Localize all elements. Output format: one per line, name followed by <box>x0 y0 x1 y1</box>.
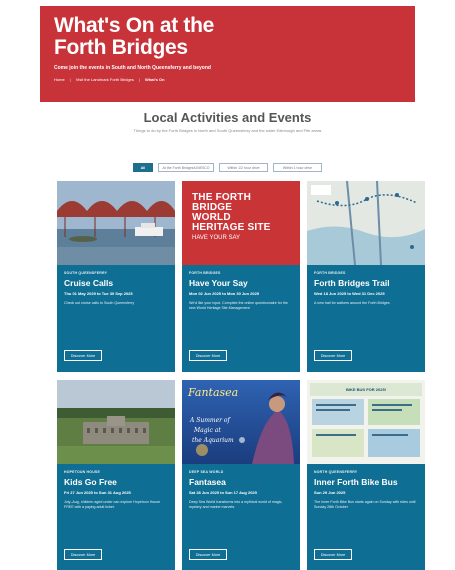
event-description: Deep Sea World transforms into a mythica… <box>189 500 283 509</box>
house-illustration <box>57 380 175 464</box>
event-card-have-your-say[interactable]: THE FORTH BRIDGE WORLD HERITAGE SITE HAV… <box>182 181 300 372</box>
event-category: Hopetoun House <box>64 470 100 474</box>
hero-banner: What's On at the Forth Bridges Come join… <box>40 6 415 102</box>
event-title[interactable]: Inner Forth Bike Bus <box>314 477 418 487</box>
event-card-kids-go-free[interactable]: Hopetoun House Kids Go Free Fri 27 Jun 2… <box>57 380 175 570</box>
breadcrumb-current: What's On <box>144 77 165 82</box>
event-title[interactable]: Fantasea <box>189 477 293 487</box>
event-description: A new trail for walkers around the Forth… <box>314 301 390 305</box>
event-date: Sat 28 Jun 2025 to Sun 17 Aug 2025 <box>189 490 257 495</box>
breadcrumb: Home | Visit the Landmark Forth Bridges … <box>54 77 401 82</box>
event-description: Check out cruise calls to South Queensfe… <box>64 301 135 305</box>
bike-bus-flyer: BIKE BUS FOR 2025! <box>307 380 425 464</box>
bridge-illustration <box>57 181 175 265</box>
bridge-photo <box>57 181 175 265</box>
event-card-inner-forth-bike-bus[interactable]: BIKE BUS FOR 2025! North Queensferry Inn… <box>307 380 425 570</box>
event-category: Deep Sea World <box>189 470 224 474</box>
event-title[interactable]: Cruise Calls <box>64 278 168 288</box>
event-title[interactable]: Kids Go Free <box>64 477 168 487</box>
fantasea-line-3: the Aquarium <box>192 437 234 444</box>
page-title-line-1: What's On at the <box>54 14 215 37</box>
event-date: Sun 29 Jun 2025 <box>314 490 346 495</box>
event-filters: All At the Forth Bridges/UNESCO Within 1… <box>0 163 455 172</box>
breadcrumb-visit[interactable]: Visit the Landmark Forth Bridges <box>76 77 134 82</box>
filter-forth-bridges[interactable]: At the Forth Bridges/UNESCO <box>158 163 214 172</box>
discover-more-button[interactable]: Discover More <box>189 549 227 560</box>
events-grid: South Queensferry Cruise Calls Thu 01 Ma… <box>57 181 425 570</box>
discover-more-button[interactable]: Discover More <box>314 350 352 361</box>
discover-more-button[interactable]: Discover More <box>64 350 102 361</box>
event-card-fantasea[interactable]: Fantasea A Summer of Magic at the Aquari… <box>182 380 300 570</box>
filter-all[interactable]: All <box>133 163 153 172</box>
event-category: Forth Bridges <box>314 271 346 275</box>
event-category: Forth Bridges <box>189 271 221 275</box>
trail-map <box>307 181 425 265</box>
event-card-forth-bridges-trail[interactable]: Forth Bridges Forth Bridges Trail Wed 18… <box>307 181 425 372</box>
event-description: We'd like your input. Complete the onlin… <box>189 301 288 310</box>
hero-subtitle: Come join the events in South and North … <box>54 65 211 71</box>
event-description: July–Aug, children aged under can explor… <box>64 500 161 509</box>
event-date: Fri 27 Jun 2025 to Sun 31 Aug 2025 <box>64 490 131 495</box>
fantasea-line-1: A Summer of <box>189 417 232 424</box>
discover-more-button[interactable]: Discover More <box>314 549 352 560</box>
fantasea-line-2: Magic at <box>193 427 221 434</box>
event-description: The Inner Forth Bike Bus starts again on… <box>314 500 416 509</box>
breadcrumb-separator: | <box>69 77 71 82</box>
bike-bus-flyer-body <box>312 399 420 457</box>
heritage-text-5: HAVE YOUR SAY <box>192 235 241 241</box>
bike-bus-heading: BIKE BUS FOR 2025! <box>310 383 422 396</box>
discover-more-button[interactable]: Discover More <box>189 350 227 361</box>
page-title: What's On at the Forth Bridges <box>54 15 401 59</box>
event-card-cruise-calls[interactable]: South Queensferry Cruise Calls Thu 01 Ma… <box>57 181 175 372</box>
heritage-graphic: THE FORTH BRIDGE WORLD HERITAGE SITE HAV… <box>182 181 300 265</box>
event-category: South Queensferry <box>64 271 108 275</box>
filter-one-hour[interactable]: Within 1 hour drive <box>273 163 322 172</box>
filter-half-hour[interactable]: Within 1/2 hour drive <box>219 163 268 172</box>
fantasea-title: Fantasea <box>187 386 238 399</box>
fantasea-poster: Fantasea A Summer of Magic at the Aquari… <box>182 380 300 464</box>
event-date: Thu 01 May 2025 to Tue 30 Sep 2025 <box>64 291 133 296</box>
event-date: Wed 18 Jun 2025 to Wed 31 Dec 2025 <box>314 291 385 296</box>
event-title[interactable]: Forth Bridges Trail <box>314 278 418 288</box>
house-photo <box>57 380 175 464</box>
discover-more-button[interactable]: Discover More <box>64 549 102 560</box>
event-category: North Queensferry <box>314 470 358 474</box>
breadcrumb-home[interactable]: Home <box>54 77 65 82</box>
event-title[interactable]: Have Your Say <box>189 278 293 288</box>
page-title-line-2: Forth Bridges <box>54 36 188 59</box>
map-illustration <box>307 181 425 265</box>
breadcrumb-separator: | <box>138 77 140 82</box>
section-subtitle: Things to do by the Forth Bridges in Nor… <box>133 128 322 133</box>
fantasea-illustration: Fantasea A Summer of Magic at the Aquari… <box>182 380 300 464</box>
heritage-text-4: HERITAGE SITE <box>192 222 271 233</box>
event-date: Mon 02 Jun 2025 to Mon 30 Jun 2025 <box>189 291 260 296</box>
section-title: Local Activities and Events <box>143 110 312 125</box>
